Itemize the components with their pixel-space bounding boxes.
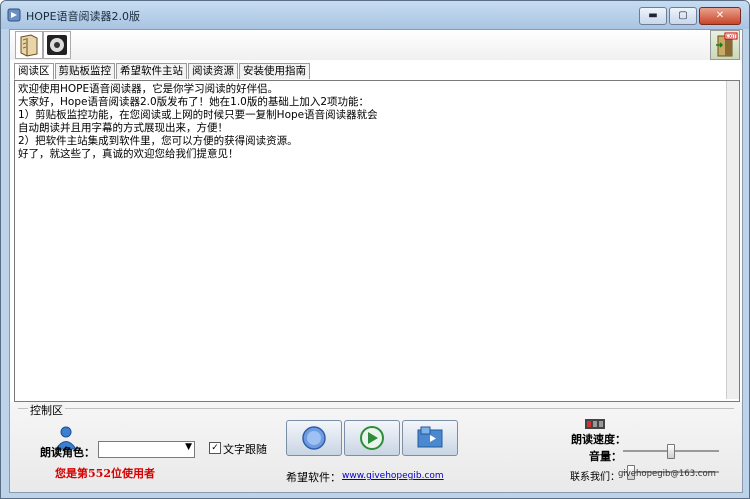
client-area: EXIT 阅读区 剪贴板监控 希望软件主站 阅读资源 安装使用指南 欢迎使用HO… <box>9 29 743 493</box>
tab-hope-site[interactable]: 希望软件主站 <box>116 63 187 79</box>
role-select[interactable]: ▼ <box>98 441 195 458</box>
tab-guide[interactable]: 安装使用指南 <box>239 63 310 79</box>
role-label: 朗读角色： <box>40 446 95 459</box>
stop-icon <box>302 426 326 450</box>
speaker-button[interactable] <box>43 31 71 59</box>
exit-door-icon: EXIT <box>716 32 738 57</box>
chevron-down-icon: ▼ <box>185 442 192 452</box>
book-icon <box>20 34 38 57</box>
reading-text[interactable]: 欢迎使用HOPE语音阅读器，它是你学习阅读的好伴侣。 大家好，Hope语音阅读器… <box>18 83 378 161</box>
close-button[interactable]: ✕ <box>699 7 741 25</box>
stop-button[interactable] <box>286 420 342 456</box>
title-bar[interactable]: HOPE语音阅读器2.0版 ▬ ▢ ✕ <box>1 1 749 29</box>
toolbar: EXIT <box>10 30 742 60</box>
record-button[interactable] <box>402 420 458 456</box>
film-icon <box>417 426 443 448</box>
hope-website-link[interactable]: www.givehopegib.com <box>342 471 444 481</box>
tab-clipboard[interactable]: 剪贴板监控 <box>54 63 115 79</box>
play-button[interactable] <box>344 420 400 456</box>
exit-button[interactable]: EXIT <box>710 30 740 60</box>
tab-reading[interactable]: 阅读区 <box>14 63 54 80</box>
window-title: HOPE语音阅读器2.0版 <box>26 10 141 23</box>
minimize-button[interactable]: ▬ <box>639 7 667 25</box>
control-group-label: 控制区 <box>28 402 65 418</box>
tab-strip: 阅读区 剪贴板监控 希望软件主站 阅读资源 安装使用指南 <box>14 63 311 80</box>
reading-scrollbar[interactable] <box>726 81 739 399</box>
hope-software-label: 希望软件： <box>286 471 341 484</box>
exit-label: EXIT <box>726 34 736 40</box>
app-icon <box>7 8 21 22</box>
speed-slider-thumb[interactable] <box>667 444 675 459</box>
follow-text-label: 文字跟随 <box>223 443 267 456</box>
volume-label: 音量： <box>589 450 622 463</box>
user-count-banner: 您是第552位使用者 <box>55 467 155 480</box>
book-button[interactable] <box>15 31 43 59</box>
contact-email: givehopegib@163.com <box>618 469 716 479</box>
speed-label: 朗读速度： <box>571 433 626 446</box>
play-icon <box>360 426 384 450</box>
control-panel: 控制区 朗读角色： ▼ ✓ 文字跟随 您是第552位使用者 希望软件： www.… <box>10 402 742 492</box>
reading-area[interactable]: 欢迎使用HOPE语音阅读器，它是你学习阅读的好伴侣。 大家好，Hope语音阅读器… <box>14 80 740 402</box>
main-window: HOPE语音阅读器2.0版 ▬ ▢ ✕ EXIT 阅读区 剪贴板监控 希望软件主… <box>0 0 750 499</box>
speed-slider[interactable] <box>623 444 719 459</box>
follow-text-checkbox[interactable]: ✓ <box>209 442 221 454</box>
contact-label: 联系我们： <box>570 472 620 483</box>
speed-meter-icon <box>585 419 605 429</box>
speaker-icon <box>47 35 67 55</box>
maximize-button[interactable]: ▢ <box>669 7 697 25</box>
tab-resources[interactable]: 阅读资源 <box>188 63 238 79</box>
